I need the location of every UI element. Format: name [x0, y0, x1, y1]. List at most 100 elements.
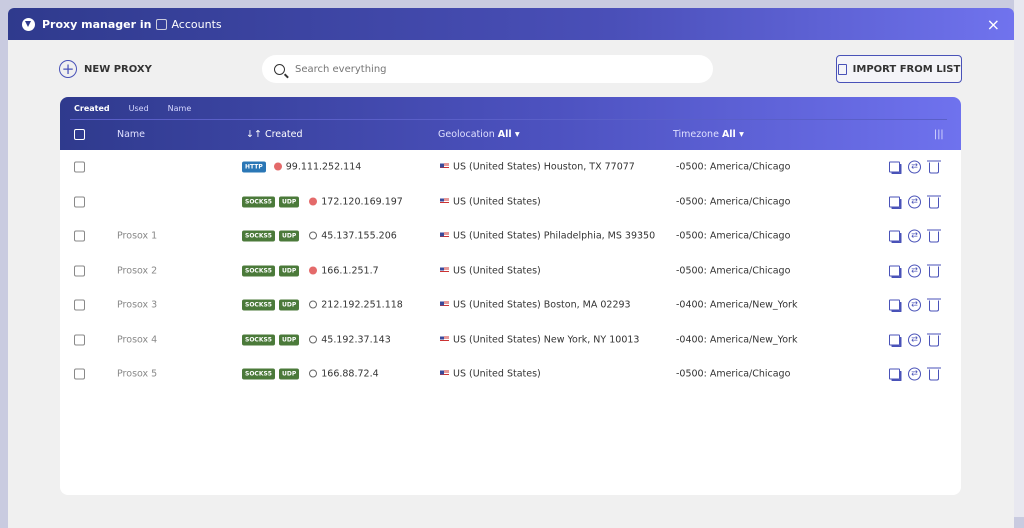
- row-checkbox[interactable]: [74, 265, 85, 276]
- proxy-name: Prosox 1: [117, 230, 158, 242]
- us-flag-icon: [440, 301, 449, 308]
- proxy-address: 166.1.251.7: [309, 265, 379, 276]
- tz-filter-dropdown[interactable]: All ▾: [722, 129, 744, 140]
- protocol-tags: SOCKS5 UDP 166.1.251.7: [242, 265, 379, 276]
- row-actions: ⇄: [889, 367, 941, 381]
- copy-icon[interactable]: [889, 299, 900, 311]
- column-name[interactable]: Name: [117, 129, 145, 140]
- search-bar[interactable]: [262, 55, 713, 83]
- proxy-address: 212.192.251.118: [309, 300, 403, 311]
- trash-icon[interactable]: [927, 195, 941, 208]
- table-row[interactable]: Prosox 1 SOCKS5 UDP 45.137.155.206 US (Un…: [60, 219, 961, 253]
- trash-icon[interactable]: [927, 367, 941, 381]
- timezone: -0500: America/Chicago: [676, 161, 791, 173]
- swap-icon[interactable]: ⇄: [908, 333, 921, 346]
- search-input[interactable]: [295, 63, 675, 75]
- geolocation: US (United States) Philadelphia, MS 3935…: [440, 231, 655, 242]
- modal-title: Proxy manager in: [42, 17, 152, 31]
- sort-tab-used[interactable]: Used: [129, 104, 149, 113]
- us-flag-icon: [440, 198, 449, 204]
- protocol-tags: SOCKS5 UDP 166.88.72.4: [242, 368, 379, 380]
- status-dot-icon: [309, 231, 318, 240]
- copy-icon[interactable]: [889, 265, 900, 276]
- timezone: -0400: America/New_York: [676, 334, 798, 345]
- trash-icon[interactable]: [927, 229, 941, 243]
- proxy-address: 45.137.155.206: [309, 231, 397, 242]
- table-row[interactable]: Prosox 4 SOCKS5 UDP 45.192.37.143 US (Uni…: [60, 323, 961, 357]
- trash-icon[interactable]: [927, 298, 941, 312]
- table-header: Created Used Name Name ↓↑ Created Geoloc…: [60, 97, 961, 150]
- proxy-address: 99.111.252.114: [273, 162, 361, 173]
- row-checkbox[interactable]: [74, 368, 85, 380]
- timezone: -0500: America/Chicago: [676, 265, 791, 276]
- swap-icon[interactable]: ⇄: [908, 367, 921, 381]
- copy-icon[interactable]: [889, 196, 900, 207]
- proxy-address: 45.192.37.143: [309, 334, 391, 345]
- plus-icon: +: [59, 60, 77, 78]
- protocol-badge: HTTP: [242, 161, 266, 173]
- swap-icon[interactable]: ⇄: [908, 195, 921, 208]
- row-checkbox[interactable]: [74, 334, 85, 345]
- row-checkbox[interactable]: [74, 161, 85, 173]
- table-row[interactable]: SOCKS5 UDP 172.120.169.197 US (United Sta…: [60, 185, 961, 219]
- proxy-manager-modal: Proxy manager in Accounts × + NEW PROXY …: [8, 8, 1014, 528]
- status-dot-icon: [273, 162, 282, 171]
- geolocation: US (United States) New York, NY 10013: [440, 334, 639, 345]
- copy-icon[interactable]: [889, 368, 900, 380]
- table-row[interactable]: Prosox 3 SOCKS5 UDP 212.192.251.118 US (U…: [60, 288, 961, 322]
- proxy-table: Created Used Name Name ↓↑ Created Geoloc…: [60, 97, 961, 495]
- protocol-badge: SOCKS5: [242, 230, 275, 242]
- protocol-badge: UDP: [278, 265, 300, 276]
- us-flag-icon: [440, 336, 449, 342]
- geolocation: US (United States): [440, 369, 541, 380]
- swap-icon[interactable]: ⇄: [908, 264, 921, 277]
- geolocation: US (United States): [440, 265, 541, 276]
- trash-icon[interactable]: [927, 333, 941, 346]
- file-add-icon: [837, 63, 847, 75]
- swap-icon[interactable]: ⇄: [908, 229, 921, 243]
- search-icon: [274, 63, 285, 75]
- trash-icon[interactable]: [927, 264, 941, 277]
- geo-filter-dropdown[interactable]: All ▾: [498, 129, 520, 140]
- import-label: IMPORT FROM LIST: [852, 63, 961, 75]
- copy-icon[interactable]: [889, 334, 900, 345]
- status-dot-icon: [309, 335, 318, 343]
- row-checkbox[interactable]: [74, 230, 85, 242]
- row-actions: ⇄: [889, 195, 941, 208]
- protocol-tags: SOCKS5 UDP 172.120.169.197: [242, 196, 403, 207]
- sort-tab-name[interactable]: Name: [168, 104, 192, 113]
- proxy-address: 172.120.169.197: [309, 196, 403, 207]
- table-row[interactable]: Prosox 2 SOCKS5 UDP 166.1.251.7 US (Unite…: [60, 254, 961, 288]
- import-from-list-button[interactable]: IMPORT FROM LIST: [836, 55, 962, 83]
- select-all-checkbox[interactable]: [74, 129, 85, 140]
- app-logo-icon: [22, 17, 35, 31]
- row-actions: ⇄: [889, 229, 941, 243]
- status-dot-icon: [309, 369, 318, 378]
- close-button[interactable]: ×: [987, 15, 1000, 34]
- accounts-link[interactable]: Accounts: [171, 18, 221, 31]
- row-checkbox[interactable]: [74, 299, 85, 311]
- columns-settings-icon[interactable]: |||: [934, 129, 944, 140]
- column-created[interactable]: ↓↑ Created: [246, 129, 303, 140]
- background-app: [1014, 0, 1024, 517]
- table-row[interactable]: Prosox 5 SOCKS5 UDP 166.88.72.4 US (Unite…: [60, 357, 961, 391]
- new-proxy-button[interactable]: + NEW PROXY: [59, 60, 152, 78]
- row-actions: ⇄: [889, 160, 941, 174]
- sort-tab-created[interactable]: Created: [74, 104, 110, 113]
- protocol-badge: UDP: [278, 196, 300, 207]
- proxy-address: 166.88.72.4: [309, 369, 379, 380]
- trash-icon[interactable]: [927, 160, 941, 174]
- status-dot-icon: [309, 266, 318, 274]
- timezone: -0500: America/Chicago: [676, 230, 791, 242]
- protocol-badge: UDP: [278, 299, 300, 311]
- protocol-tags: SOCKS5 UDP 45.137.155.206: [242, 230, 397, 242]
- swap-icon[interactable]: ⇄: [908, 298, 921, 312]
- swap-icon[interactable]: ⇄: [908, 160, 921, 174]
- copy-icon[interactable]: [889, 161, 900, 173]
- table-row[interactable]: HTTP 99.111.252.114 US (United States) H…: [60, 150, 961, 184]
- proxy-name: Prosox 3: [117, 299, 158, 311]
- copy-icon[interactable]: [889, 230, 900, 242]
- protocol-badge: UDP: [278, 334, 300, 345]
- protocol-badge: SOCKS5: [242, 368, 275, 380]
- row-checkbox[interactable]: [74, 196, 85, 207]
